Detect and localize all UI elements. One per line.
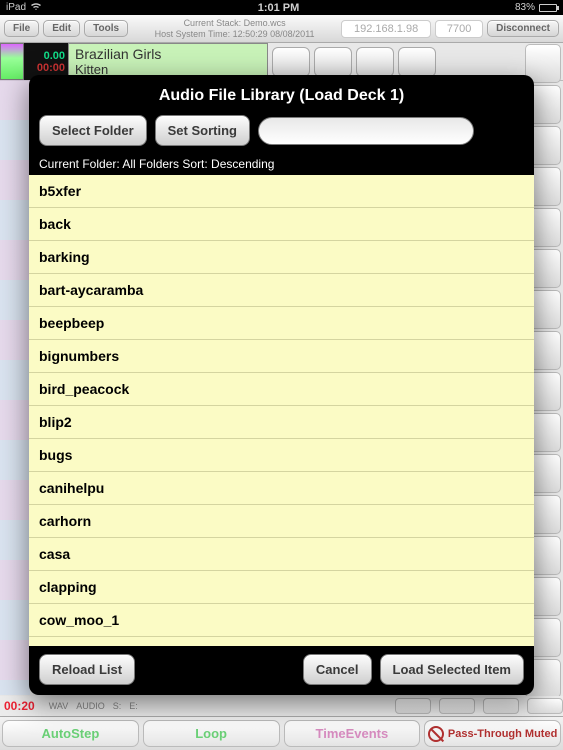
list-item[interactable]: back [29, 208, 534, 241]
audio-library-modal: Audio File Library (Load Deck 1) Select … [29, 75, 534, 695]
battery-percent: 83% [515, 2, 535, 13]
port-field[interactable]: 7700 [435, 20, 483, 38]
tab-timeevents[interactable]: TimeEvents [284, 720, 421, 747]
select-folder-button[interactable]: Select Folder [39, 115, 147, 146]
timeline-slot[interactable] [527, 698, 563, 714]
folder-sort-meta: Current Folder: All Folders Sort: Descen… [29, 154, 534, 175]
bottom-nav: AutoStep Loop TimeEvents Pass-Through Mu… [0, 716, 563, 750]
list-item[interactable]: bart-aycaramba [29, 274, 534, 307]
timeline-slot[interactable] [483, 698, 519, 714]
pause-button[interactable] [314, 47, 352, 77]
tab-passthrough[interactable]: Pass-Through Muted [424, 720, 561, 747]
carrier-label: iPad [6, 2, 26, 13]
cue-button[interactable] [398, 47, 436, 77]
stop-button[interactable] [356, 47, 394, 77]
stack-label: Current Stack: Demo.wcs [132, 18, 337, 29]
reload-list-button[interactable]: Reload List [39, 654, 135, 685]
list-item[interactable]: bird_peacock [29, 373, 534, 406]
playlist-background [0, 80, 30, 695]
top-toolbar: File Edit Tools Current Stack: Demo.wcs … [0, 15, 563, 43]
timeline-slot[interactable] [439, 698, 475, 714]
modal-title: Audio File Library (Load Deck 1) [29, 75, 534, 115]
file-list[interactable]: b5xfer back barking bart-aycaramba beepb… [29, 175, 534, 646]
start-label: S: [113, 701, 122, 711]
list-item[interactable]: carhorn [29, 505, 534, 538]
top-info: Current Stack: Demo.wcs Host System Time… [132, 18, 337, 40]
list-item[interactable]: blip2 [29, 406, 534, 439]
status-bar: iPad 1:01 PM 83% [0, 0, 563, 15]
search-input[interactable] [258, 117, 474, 145]
mute-icon [428, 726, 444, 742]
deck-artist: Brazilian Girls [75, 46, 261, 62]
list-item[interactable]: bignumbers [29, 340, 534, 373]
list-item[interactable]: canihelpu [29, 472, 534, 505]
deck-remaining: 00:00 [37, 62, 65, 74]
status-time: 1:01 PM [258, 2, 300, 14]
format-label: WAV [49, 701, 69, 711]
list-item[interactable]: b5xfer [29, 175, 534, 208]
list-item[interactable]: barking [29, 241, 534, 274]
play-button[interactable] [272, 47, 310, 77]
passthrough-label: Pass-Through Muted [448, 728, 557, 740]
list-item[interactable]: beepbeep [29, 307, 534, 340]
list-item[interactable]: clapping [29, 571, 534, 604]
set-sorting-button[interactable]: Set Sorting [155, 115, 250, 146]
modal-toolbar: Select Folder Set Sorting [29, 115, 534, 154]
load-selected-button[interactable]: Load Selected Item [380, 654, 524, 685]
end-label: E: [129, 701, 138, 711]
list-item[interactable]: cow_moo_1 [29, 604, 534, 637]
tab-loop[interactable]: Loop [143, 720, 280, 747]
wifi-icon [30, 2, 42, 14]
cancel-button[interactable]: Cancel [303, 654, 372, 685]
ip-field[interactable]: 192.168.1.98 [341, 20, 431, 38]
list-item[interactable]: casa [29, 538, 534, 571]
edit-button[interactable]: Edit [43, 20, 80, 37]
modal-footer: Reload List Cancel Load Selected Item [29, 646, 534, 689]
tab-autostep[interactable]: AutoStep [2, 720, 139, 747]
timeline-row: 00:20 WAV AUDIO S: E: [0, 696, 563, 716]
timecode: 00:20 [4, 699, 35, 713]
list-item[interactable]: bugs [29, 439, 534, 472]
battery-icon [539, 4, 557, 12]
host-time-label: Host System Time: 12:50:29 08/08/2011 [132, 29, 337, 40]
tools-button[interactable]: Tools [84, 20, 128, 37]
disconnect-button[interactable]: Disconnect [487, 20, 559, 37]
deck-elapsed: 0.00 [44, 50, 65, 62]
level-meter [0, 43, 24, 80]
timeline-slot[interactable] [395, 698, 431, 714]
file-button[interactable]: File [4, 20, 39, 37]
type-label: AUDIO [76, 701, 105, 711]
